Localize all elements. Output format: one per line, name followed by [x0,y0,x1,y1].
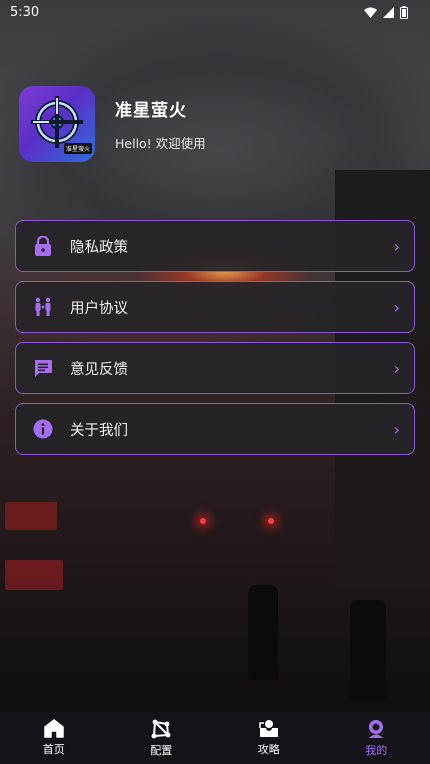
status-icons [364,5,408,19]
app-name: 准星萤火 [115,101,187,121]
settings-menu: 隐私政策 › 用户协议 › 意见反馈 › 关于我们 › [15,220,415,464]
menu-item-feedback[interactable]: 意见反馈 › [15,342,415,394]
lock-icon [33,236,53,256]
battery-icon [400,5,408,19]
menu-item-privacy-policy[interactable]: 隐私政策 › [15,220,415,272]
status-bar: 5:30 [0,0,430,24]
tab-guide[interactable]: 攻略 [215,712,323,764]
menu-item-label: 意见反馈 [70,361,128,378]
config-icon [151,719,171,738]
tab-label: 配置 [150,743,173,757]
chevron-right-icon: › [393,419,400,439]
tab-profile[interactable]: 我的 [323,712,430,764]
menu-item-label: 隐私政策 [70,239,128,256]
tab-config[interactable]: 配置 [108,712,216,764]
tab-label: 我的 [365,743,388,757]
wifi-icon [364,7,377,18]
status-time: 5:30 [10,4,40,20]
chevron-right-icon: › [393,236,400,256]
chevron-right-icon: › [393,297,400,317]
guide-icon [259,720,278,737]
info-icon [33,419,53,439]
signal-icon [383,6,394,18]
background-lamp [200,518,206,524]
home-icon [44,719,64,738]
feedback-icon [33,358,53,378]
profile-text: 准星萤火 Hello! 欢迎使用 [115,96,206,152]
background-sign [5,560,63,590]
background-lamp [268,518,274,524]
tab-home[interactable]: 首页 [0,712,108,764]
menu-item-label: 用户协议 [70,300,128,317]
profile-icon [369,719,384,738]
app-logo: 准星萤火 [19,86,95,162]
menu-item-about-us[interactable]: 关于我们 › [15,403,415,455]
people-icon [33,297,53,317]
app-logo-tag: 准星萤火 [64,143,93,154]
menu-item-label: 关于我们 [70,422,128,439]
profile-header: 准星萤火 准星萤火 Hello! 欢迎使用 [19,86,206,162]
background-sign [5,502,57,530]
bottom-tab-bar: 首页 配置 攻略 我的 [0,712,430,764]
background-silhouette [350,600,386,700]
chevron-right-icon: › [393,358,400,378]
greeting-text: Hello! 欢迎使用 [115,136,206,151]
tab-label: 首页 [42,743,65,756]
tab-label: 攻略 [257,743,280,756]
background-silhouette [248,585,278,680]
menu-item-user-agreement[interactable]: 用户协议 › [15,281,415,333]
